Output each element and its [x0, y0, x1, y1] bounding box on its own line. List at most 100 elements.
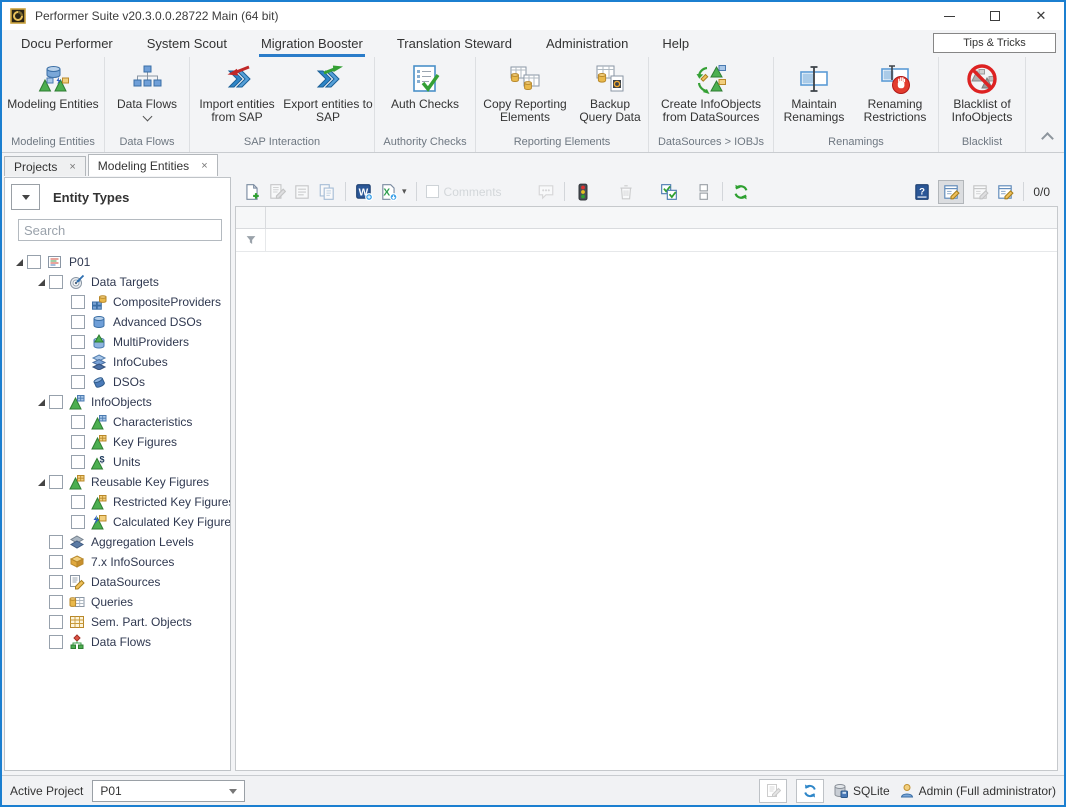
tree-checkbox[interactable] — [49, 635, 63, 649]
tree-checkbox[interactable] — [71, 315, 85, 329]
minimize-button[interactable] — [926, 2, 972, 30]
tree-item-key-figures[interactable]: Key Figures — [5, 432, 230, 452]
tree-item-aggregation-levels[interactable]: Aggregation Levels — [5, 532, 230, 552]
tree-checkbox[interactable] — [71, 375, 85, 389]
edit-panel-toggle-button[interactable] — [938, 180, 964, 204]
maintain-renamings-button[interactable]: Maintain Renamings — [775, 59, 853, 133]
tree-item-compositeproviders[interactable]: CompositeProviders — [5, 292, 230, 312]
auth-checks-button[interactable]: Auth Checks — [376, 59, 474, 133]
grid-body[interactable] — [236, 252, 1057, 770]
tree-checkbox[interactable] — [71, 415, 85, 429]
tree-item-sem-part-objects[interactable]: Sem. Part. Objects — [5, 612, 230, 632]
tree-checkbox[interactable] — [71, 455, 85, 469]
tree-item-dsos[interactable]: DSOs — [5, 372, 230, 392]
tips-and-tricks-button[interactable]: Tips & Tricks — [933, 33, 1056, 53]
tree-item-reusable-key-figures[interactable]: Reusable Key Figures — [5, 472, 230, 492]
tree-item-data-flows[interactable]: Data Flows — [5, 632, 230, 652]
edit-entity-icon[interactable] — [268, 183, 286, 201]
tree-checkbox[interactable] — [71, 295, 85, 309]
search-input[interactable] — [18, 219, 222, 241]
active-project-value: P01 — [100, 784, 121, 798]
export-word-icon[interactable] — [355, 183, 373, 201]
active-project-select[interactable]: P01 — [92, 780, 245, 802]
menu-tab-help[interactable]: Help — [645, 30, 706, 57]
tree-checkbox[interactable] — [49, 595, 63, 609]
tree-checkbox[interactable] — [71, 435, 85, 449]
tree-item-calculated-key-figures[interactable]: Calculated Key Figures — [5, 512, 230, 532]
tree-checkbox[interactable] — [49, 535, 63, 549]
comment-bubble-icon[interactable] — [537, 183, 555, 201]
tree-checkbox[interactable] — [49, 555, 63, 569]
close-tab-icon[interactable]: × — [201, 160, 207, 172]
tab-modeling-entities[interactable]: Modeling Entities × — [88, 154, 218, 176]
renaming-restrictions-button[interactable]: Renaming Restrictions — [853, 59, 937, 133]
export-excel-icon[interactable] — [380, 183, 398, 201]
menu-tab-administration[interactable]: Administration — [529, 30, 645, 57]
log-document-button[interactable] — [759, 779, 787, 803]
excel-dropdown-icon[interactable]: ▾ — [402, 186, 407, 197]
uncheck-all-icon[interactable] — [695, 183, 713, 201]
collapse-ribbon-icon[interactable] — [1041, 132, 1054, 145]
backup-query-data-button[interactable]: Backup Query Data — [573, 59, 647, 133]
data-flows-button[interactable]: Data Flows — [106, 59, 188, 133]
blacklist-infoobjects-button[interactable]: Blacklist of InfoObjects — [940, 59, 1024, 133]
menu-tab-system-scout[interactable]: System Scout — [130, 30, 244, 57]
close-button[interactable]: ✕ — [1018, 2, 1064, 30]
create-infoobjects-button[interactable]: Create InfoObjects from DataSources — [650, 59, 772, 133]
menu-tab-docu-performer[interactable]: Docu Performer — [4, 30, 130, 57]
expander-icon[interactable] — [11, 259, 27, 266]
tree-checkbox[interactable] — [71, 495, 85, 509]
comments-checkbox[interactable] — [426, 185, 439, 198]
menu-tab-translation-steward[interactable]: Translation Steward — [380, 30, 529, 57]
tree-item-advanced-dsos[interactable]: Advanced DSOs — [5, 312, 230, 332]
grid-header-row[interactable] — [236, 207, 1057, 229]
tree-checkbox[interactable] — [71, 515, 85, 529]
tree-checkbox[interactable] — [49, 575, 63, 589]
edit-panel-disabled-icon[interactable] — [971, 183, 989, 201]
traffic-light-icon[interactable] — [574, 183, 592, 201]
delete-icon[interactable] — [617, 183, 635, 201]
grid-filter-row[interactable] — [236, 229, 1057, 252]
refresh-icon[interactable] — [732, 183, 750, 201]
tree-item-infoobjects[interactable]: InfoObjects — [5, 392, 230, 412]
tree-item-multiproviders[interactable]: MultiProviders — [5, 332, 230, 352]
copy-reporting-elements-button[interactable]: Copy Reporting Elements — [477, 59, 573, 133]
tree-checkbox[interactable] — [71, 335, 85, 349]
sync-button[interactable] — [796, 779, 824, 803]
tree-item-units[interactable]: Units — [5, 452, 230, 472]
tree-item-label: Reusable Key Figures — [91, 475, 209, 489]
tree-item-queries[interactable]: Queries — [5, 592, 230, 612]
tree-item-infocubes[interactable]: InfoCubes — [5, 352, 230, 372]
new-entity-icon[interactable] — [243, 183, 261, 201]
tree-checkbox[interactable] — [49, 615, 63, 629]
expander-icon[interactable] — [33, 479, 49, 486]
properties-icon[interactable] — [293, 183, 311, 201]
status-bar: Active Project P01 SQLite Admin (Full ad… — [2, 775, 1064, 805]
copy-icon[interactable] — [318, 183, 336, 201]
tree-item-7-x-infosources[interactable]: 7.x InfoSources — [5, 552, 230, 572]
edit-panel-alt-icon[interactable] — [996, 183, 1014, 201]
import-entities-button[interactable]: Import entities from SAP — [191, 59, 283, 133]
expander-icon[interactable] — [33, 399, 49, 406]
panel-dropdown-button[interactable] — [11, 184, 40, 210]
tree-checkbox[interactable] — [49, 475, 63, 489]
modeling-entities-button[interactable]: Modeling Entities — [3, 59, 103, 133]
tree-item-p01[interactable]: P01 — [5, 252, 230, 272]
menu-tab-migration-booster[interactable]: Migration Booster — [244, 30, 380, 57]
check-all-icon[interactable] — [660, 183, 678, 201]
maximize-button[interactable] — [972, 2, 1018, 30]
expander-icon[interactable] — [33, 279, 49, 286]
filter-cell[interactable] — [236, 229, 266, 251]
tree-item-data-targets[interactable]: Data Targets — [5, 272, 230, 292]
tree-checkbox[interactable] — [49, 395, 63, 409]
tree-item-restricted-key-figures[interactable]: Restricted Key Figures — [5, 492, 230, 512]
tree-item-characteristics[interactable]: Characteristics — [5, 412, 230, 432]
help-book-icon[interactable] — [913, 183, 931, 201]
export-entities-button[interactable]: Export entities to SAP — [283, 59, 373, 133]
tree-checkbox[interactable] — [71, 355, 85, 369]
tree-checkbox[interactable] — [27, 255, 41, 269]
tree-item-datasources[interactable]: DataSources — [5, 572, 230, 592]
tab-projects[interactable]: Projects × — [4, 156, 86, 176]
tree-checkbox[interactable] — [49, 275, 63, 289]
close-tab-icon[interactable]: × — [69, 161, 75, 173]
